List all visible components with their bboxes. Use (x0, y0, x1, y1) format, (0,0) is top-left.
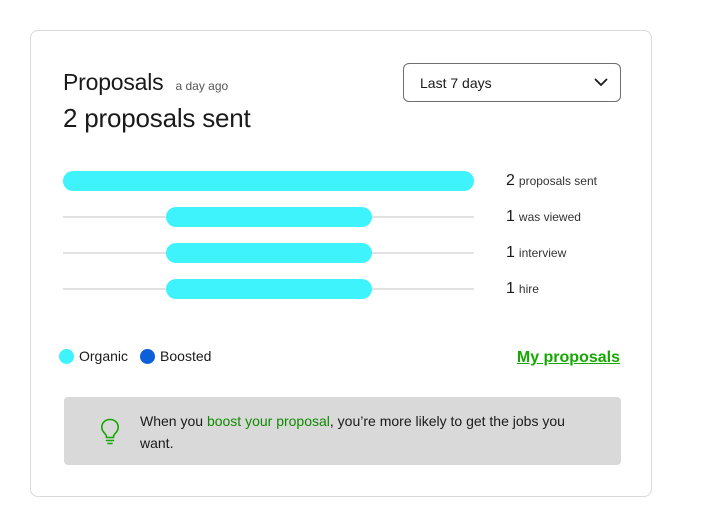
boost-proposal-link[interactable]: boost your proposal (207, 413, 330, 429)
funnel-stage-label: was viewed (518, 210, 581, 224)
tip-text-before: When you (140, 413, 207, 429)
my-proposals-link[interactable]: My proposals (517, 349, 620, 367)
tip-text: When you boost your proposal, you’re mor… (140, 410, 601, 454)
funnel-row-label: 1 hire (506, 279, 539, 299)
funnel-count: 1 (506, 244, 515, 261)
funnel-stage-label: hire (518, 282, 539, 296)
legend-item-organic: Organic (59, 348, 128, 364)
card-header: Proposals a day ago (63, 69, 228, 96)
proposals-card: Proposals a day ago 2 proposals sent Las… (30, 30, 652, 497)
funnel-row: 2 proposals sent (63, 163, 623, 199)
legend-label-boosted: Boosted (160, 348, 212, 364)
chevron-down-icon (594, 78, 608, 87)
funnel-bar-organic (166, 279, 372, 299)
card-title: Proposals (63, 69, 164, 95)
funnel-count: 1 (506, 208, 515, 225)
funnel-stage-label: proposals sent (518, 174, 597, 188)
legend: Organic Boosted (59, 348, 223, 364)
funnel-bar-organic (166, 243, 372, 263)
funnel-row-label: 2 proposals sent (506, 171, 597, 191)
funnel-row-label: 1 was viewed (506, 207, 581, 227)
legend-label-organic: Organic (79, 348, 129, 364)
funnel-stage-label: interview (518, 246, 567, 260)
funnel-row: 1 hire (63, 271, 623, 307)
proposals-sent-headline: 2 proposals sent (63, 103, 251, 133)
legend-item-boosted: Boosted (140, 348, 211, 364)
boosted-swatch (140, 348, 156, 364)
proposal-funnel: 2 proposals sent 1 was viewed 1 interview 1 hir… (63, 163, 623, 307)
organic-swatch (59, 348, 74, 364)
period-dropdown[interactable]: Last 7 days (403, 63, 621, 102)
updated-timestamp: a day ago (175, 79, 229, 93)
funnel-row: 1 interview (63, 235, 623, 271)
funnel-count: 2 (506, 172, 515, 189)
funnel-row: 1 was viewed (63, 199, 623, 235)
period-dropdown-value: Last 7 days (420, 74, 492, 91)
lightbulb-icon (100, 418, 120, 450)
funnel-count: 1 (506, 280, 515, 297)
funnel-bar-organic (63, 171, 474, 191)
boost-tip-banner: When you boost your proposal, you’re mor… (64, 397, 621, 465)
funnel-row-label: 1 interview (506, 243, 566, 263)
funnel-bar-organic (166, 207, 372, 227)
